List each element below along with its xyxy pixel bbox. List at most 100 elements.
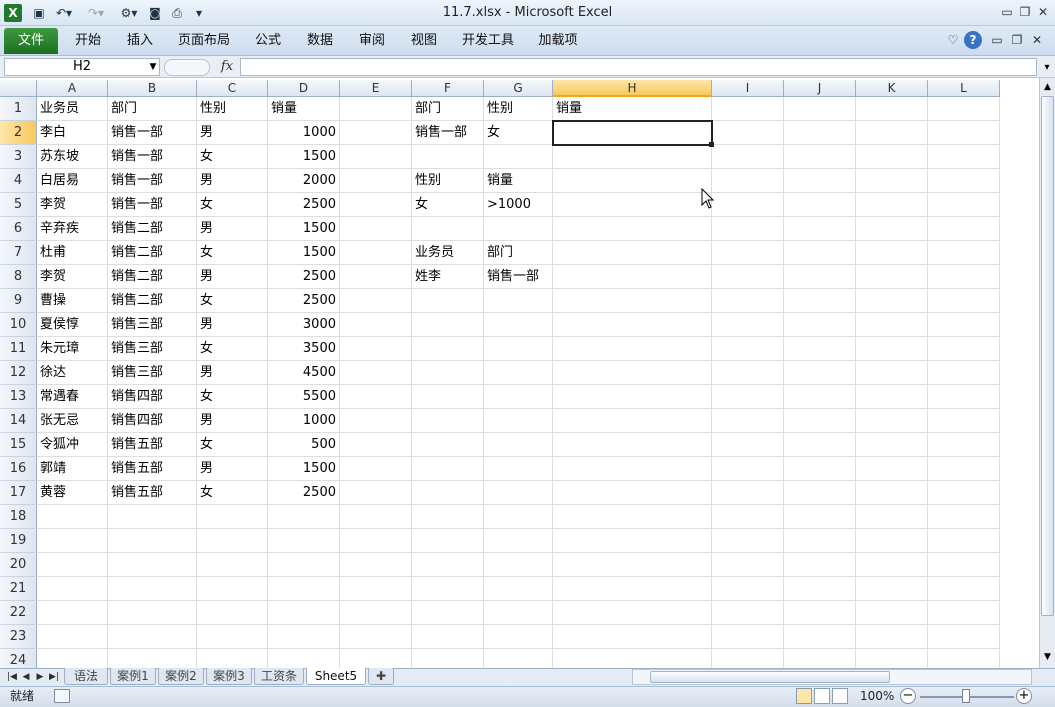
row-header-5[interactable]: 5	[0, 193, 37, 217]
row-header-8[interactable]: 8	[0, 265, 37, 289]
cell-f15[interactable]	[412, 433, 484, 457]
tab-addins[interactable]: 加载项	[532, 30, 584, 52]
row-header-10[interactable]: 10	[0, 313, 37, 337]
cell-k21[interactable]	[856, 577, 928, 601]
doc-restore-icon[interactable]: ❐	[1008, 31, 1026, 49]
cell-h21[interactable]	[553, 577, 712, 601]
cell-i14[interactable]	[712, 409, 784, 433]
cell-g13[interactable]	[484, 385, 553, 409]
page-layout-view-icon[interactable]	[814, 688, 830, 704]
cell-e7[interactable]	[340, 241, 412, 265]
cell-h6[interactable]	[553, 217, 712, 241]
cell-e4[interactable]	[340, 169, 412, 193]
name-box[interactable]: H2	[4, 58, 160, 76]
cell-l20[interactable]	[928, 553, 1000, 577]
cell-l2[interactable]	[928, 121, 1000, 145]
column-header-h[interactable]: H	[553, 80, 712, 97]
cell-j19[interactable]	[784, 529, 856, 553]
cell-j14[interactable]	[784, 409, 856, 433]
row-header-11[interactable]: 11	[0, 337, 37, 361]
cell-h12[interactable]	[553, 361, 712, 385]
cell-k12[interactable]	[856, 361, 928, 385]
cell-k17[interactable]	[856, 481, 928, 505]
cell-a3[interactable]: 苏东坡	[37, 145, 108, 169]
cell-d8[interactable]: 2500	[268, 265, 340, 289]
row-header-15[interactable]: 15	[0, 433, 37, 457]
cell-f23[interactable]	[412, 625, 484, 649]
cell-d9[interactable]: 2500	[268, 289, 340, 313]
page-break-view-icon[interactable]	[832, 688, 848, 704]
scroll-down-icon[interactable]: ▼	[1040, 650, 1055, 664]
cell-f8[interactable]: 姓李	[412, 265, 484, 289]
cell-j15[interactable]	[784, 433, 856, 457]
cell-f14[interactable]	[412, 409, 484, 433]
cell-a6[interactable]: 辛弃疾	[37, 217, 108, 241]
fill-handle[interactable]	[709, 142, 714, 147]
cell-g20[interactable]	[484, 553, 553, 577]
cell-i16[interactable]	[712, 457, 784, 481]
cell-g9[interactable]	[484, 289, 553, 313]
tab-review[interactable]: 审阅	[352, 30, 392, 52]
cell-d14[interactable]: 1000	[268, 409, 340, 433]
cell-h14[interactable]	[553, 409, 712, 433]
cell-i5[interactable]	[712, 193, 784, 217]
cell-a14[interactable]: 张无忌	[37, 409, 108, 433]
cell-l24[interactable]	[928, 649, 1000, 668]
cell-h18[interactable]	[553, 505, 712, 529]
cell-e21[interactable]	[340, 577, 412, 601]
cell-k16[interactable]	[856, 457, 928, 481]
cell-b20[interactable]	[108, 553, 197, 577]
cell-a5[interactable]: 李贺	[37, 193, 108, 217]
insert-sheet-icon[interactable]: ✚	[368, 668, 394, 685]
cell-i17[interactable]	[712, 481, 784, 505]
cell-d24[interactable]	[268, 649, 340, 668]
cell-i20[interactable]	[712, 553, 784, 577]
cell-j5[interactable]	[784, 193, 856, 217]
row-header-20[interactable]: 20	[0, 553, 37, 577]
cell-g10[interactable]	[484, 313, 553, 337]
cell-c22[interactable]	[197, 601, 268, 625]
cell-a20[interactable]	[37, 553, 108, 577]
column-header-k[interactable]: K	[856, 80, 928, 97]
cell-b14[interactable]: 销售四部	[108, 409, 197, 433]
cell-l23[interactable]	[928, 625, 1000, 649]
cell-a16[interactable]: 郭靖	[37, 457, 108, 481]
cell-c6[interactable]: 男	[197, 217, 268, 241]
row-header-9[interactable]: 9	[0, 289, 37, 313]
cell-a21[interactable]	[37, 577, 108, 601]
cell-c17[interactable]: 女	[197, 481, 268, 505]
cell-c13[interactable]: 女	[197, 385, 268, 409]
cell-i19[interactable]	[712, 529, 784, 553]
cell-a2[interactable]: 李白	[37, 121, 108, 145]
cell-k10[interactable]	[856, 313, 928, 337]
zoom-slider-thumb[interactable]	[962, 689, 970, 703]
column-header-d[interactable]: D	[268, 80, 340, 97]
cell-j24[interactable]	[784, 649, 856, 668]
cell-l22[interactable]	[928, 601, 1000, 625]
cell-b23[interactable]	[108, 625, 197, 649]
cell-k5[interactable]	[856, 193, 928, 217]
row-header-22[interactable]: 22	[0, 601, 37, 625]
row-header-6[interactable]: 6	[0, 217, 37, 241]
cell-d17[interactable]: 2500	[268, 481, 340, 505]
zoom-in-icon[interactable]: +	[1016, 688, 1032, 704]
first-sheet-icon[interactable]: |◀	[6, 669, 18, 685]
cell-f13[interactable]	[412, 385, 484, 409]
cell-a18[interactable]	[37, 505, 108, 529]
row-header-13[interactable]: 13	[0, 385, 37, 409]
cell-f20[interactable]	[412, 553, 484, 577]
tab-data[interactable]: 数据	[300, 30, 340, 52]
cell-k1[interactable]	[856, 97, 928, 121]
close-icon[interactable]: ✕	[1034, 3, 1052, 21]
column-header-g[interactable]: G	[484, 80, 553, 97]
cell-f22[interactable]	[412, 601, 484, 625]
cell-b3[interactable]: 销售一部	[108, 145, 197, 169]
cell-h7[interactable]	[553, 241, 712, 265]
cell-k4[interactable]	[856, 169, 928, 193]
cell-j23[interactable]	[784, 625, 856, 649]
cell-i3[interactable]	[712, 145, 784, 169]
cell-j21[interactable]	[784, 577, 856, 601]
cell-h3[interactable]	[553, 145, 712, 169]
cell-k13[interactable]	[856, 385, 928, 409]
cell-c9[interactable]: 女	[197, 289, 268, 313]
